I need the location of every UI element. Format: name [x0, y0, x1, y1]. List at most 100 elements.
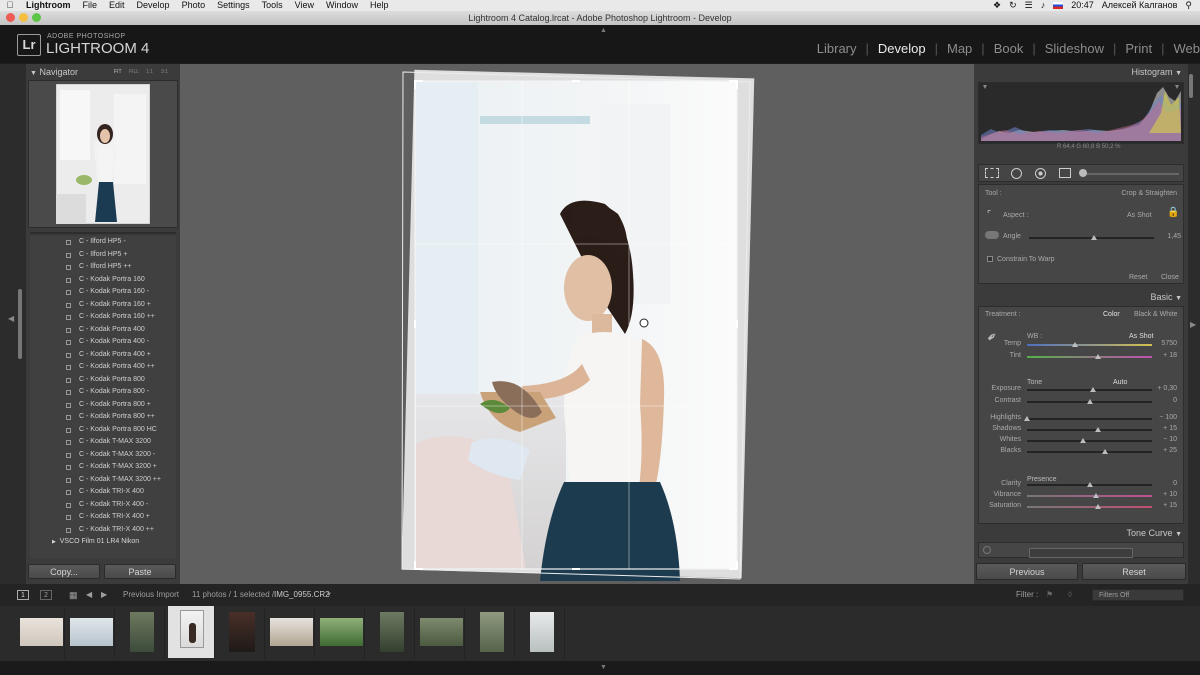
back-arrow-icon[interactable]: ◀ [86, 584, 92, 606]
slider-value-tint[interactable]: + 18 [1147, 352, 1177, 359]
navigator-header[interactable]: ▼ Navigator FIT FILL 1:1 3:1 [30, 65, 180, 79]
filmstrip-thumb-11[interactable] [518, 608, 565, 658]
preset-item[interactable]: C - Kodak Portra 160 + [30, 299, 176, 312]
preset-item[interactable]: C - Kodak Portra 800 - [30, 386, 176, 399]
collapse-right-panel-icon[interactable]: ▶ [1190, 320, 1196, 329]
copy-button[interactable]: Copy... [28, 564, 100, 579]
preset-item[interactable]: C - Kodak Portra 160 ++ [30, 311, 176, 324]
collapse-bottom-panel-icon[interactable]: ▼ [600, 664, 607, 671]
spot-removal-tool-icon[interactable] [1011, 168, 1022, 179]
preset-item[interactable]: C - Kodak Portra 400 + [30, 349, 176, 362]
tone-curve-graph[interactable] [1029, 548, 1133, 558]
filter-reject-icon[interactable]: ◊ [1068, 584, 1072, 606]
module-book[interactable]: Book [985, 41, 1033, 56]
menu-help[interactable]: Help [364, 0, 395, 11]
preset-item[interactable]: C - Ilford HP5 - [30, 236, 176, 249]
slider-knob-vibrance[interactable] [1092, 493, 1099, 498]
menu-photo[interactable]: Photo [176, 0, 212, 11]
menu-edit[interactable]: Edit [103, 0, 131, 11]
menu-view[interactable]: View [289, 0, 320, 11]
filmstrip-thumb-9[interactable] [418, 608, 465, 658]
primary-window-button[interactable]: 1 [17, 590, 29, 600]
filename-dropdown-icon[interactable]: ▼ [326, 584, 332, 606]
preset-item[interactable]: C - Kodak T-MAX 3200 + [30, 461, 176, 474]
angle-value[interactable]: 1,45 [1151, 233, 1181, 240]
slider-knob-contrast[interactable] [1086, 399, 1093, 404]
zoom-fill[interactable]: FILL [129, 65, 139, 79]
aspect-value[interactable]: As Shot [1127, 212, 1152, 219]
slider-knob-tint[interactable] [1095, 354, 1102, 359]
target-adjustment-icon[interactable] [983, 546, 991, 554]
right-panel-edge[interactable]: ▶ [1188, 64, 1200, 584]
slider-value-clarity[interactable]: 0 [1147, 480, 1177, 487]
preset-item[interactable]: C - Kodak T-MAX 3200 [30, 436, 176, 449]
slider-value-whites[interactable]: − 10 [1147, 436, 1177, 443]
slider-knob-saturation[interactable] [1095, 504, 1102, 509]
previous-button[interactable]: Previous [976, 563, 1078, 580]
filmstrip-thumb-8[interactable] [368, 608, 415, 658]
slider-knob-temp[interactable] [1071, 342, 1078, 347]
apple-icon[interactable]:  [0, 0, 20, 11]
menu-develop[interactable]: Develop [131, 0, 176, 11]
preset-item[interactable]: C - Kodak Portra 400 [30, 324, 176, 337]
slider-knob-blacks[interactable] [1101, 449, 1108, 454]
module-library[interactable]: Library [808, 41, 866, 56]
slider-value-highlights[interactable]: − 100 [1147, 414, 1177, 421]
source-label[interactable]: Previous Import [123, 584, 179, 606]
filmstrip-thumb-3[interactable] [118, 608, 165, 658]
preset-item[interactable]: C - Kodak Portra 800 [30, 374, 176, 387]
slider-track-tint[interactable] [1027, 356, 1152, 358]
forward-arrow-icon[interactable]: ▶ [101, 584, 107, 606]
filmstrip-thumb-10[interactable] [468, 608, 515, 658]
crop-reset-button[interactable]: Reset [1129, 274, 1147, 281]
filter-flag-icon[interactable]: ⚑ [1046, 584, 1053, 606]
histogram[interactable]: R 64,4 G 60,8 B 50,2 % [978, 82, 1184, 150]
preset-item[interactable]: C - Kodak Portra 800 + [30, 399, 176, 412]
angle-slider-knob[interactable] [1091, 235, 1097, 240]
slider-knob-shadows[interactable] [1095, 427, 1102, 432]
filmstrip-thumb-5[interactable] [218, 608, 265, 658]
treatment-color-button[interactable]: Color [1103, 311, 1120, 318]
slider-track-shadows[interactable] [1027, 429, 1152, 431]
navigator-thumbnail[interactable] [56, 84, 150, 224]
module-print[interactable]: Print [1116, 41, 1161, 56]
preset-item[interactable]: C - Kodak TRI-X 400 [30, 486, 176, 499]
time-machine-icon[interactable]: ↻ [1009, 0, 1017, 11]
constrain-to-warp-checkbox[interactable] [987, 256, 993, 262]
volume-icon[interactable]: ♪ [1041, 0, 1046, 11]
crop-overlay-tool-icon[interactable] [985, 168, 999, 178]
wifi-icon[interactable]: ☰ [1025, 0, 1033, 11]
brush-tool-slider[interactable] [1083, 173, 1179, 175]
treatment-bw-button[interactable]: Black & White [1134, 311, 1178, 318]
filmstrip-thumb-2[interactable] [68, 608, 115, 658]
preset-item[interactable]: C - Kodak TRI-X 400 ++ [30, 524, 176, 537]
filmstrip-thumb-7[interactable] [318, 608, 365, 658]
module-develop[interactable]: Develop [869, 41, 935, 56]
user-name[interactable]: Алексей Калганов [1102, 0, 1178, 11]
module-map[interactable]: Map [938, 41, 981, 56]
red-eye-tool-icon[interactable] [1035, 168, 1046, 179]
zoom-window-button[interactable] [32, 13, 41, 22]
graduated-filter-tool-icon[interactable] [1059, 168, 1071, 178]
module-web[interactable]: Web [1165, 41, 1200, 56]
preset-item[interactable]: C - Kodak Portra 160 - [30, 286, 176, 299]
collapse-top-panel-icon[interactable]: ▲ [600, 27, 607, 34]
zoom-fit[interactable]: FIT [114, 65, 122, 79]
current-filename[interactable]: IMG_0955.CR2 [274, 584, 330, 606]
menu-window[interactable]: Window [320, 0, 364, 11]
filmstrip-thumb-4-selected[interactable] [168, 606, 215, 658]
input-source-flag-icon[interactable] [1053, 2, 1064, 9]
slider-value-shadows[interactable]: + 15 [1147, 425, 1177, 432]
spotlight-search-icon[interactable]: ⚲ [1185, 0, 1192, 11]
slider-knob-highlights[interactable] [1024, 416, 1030, 421]
slider-value-contrast[interactable]: 0 [1147, 397, 1177, 404]
slider-track-blacks[interactable] [1027, 451, 1152, 453]
filter-preset-select[interactable]: Filters Off [1092, 589, 1184, 601]
right-scrollbar[interactable] [1189, 74, 1193, 98]
preset-folder[interactable]: ▶ VSCO Film 01 LR4 Nikon [30, 536, 176, 549]
minimize-window-button[interactable] [19, 13, 28, 22]
histogram-header[interactable]: Histogram ▼ [1132, 65, 1182, 79]
zoom-1-1[interactable]: 1:1 [146, 65, 153, 79]
preset-item[interactable]: C - Kodak T-MAX 3200 ++ [30, 474, 176, 487]
preset-item[interactable]: C - Kodak Portra 800 ++ [30, 411, 176, 424]
